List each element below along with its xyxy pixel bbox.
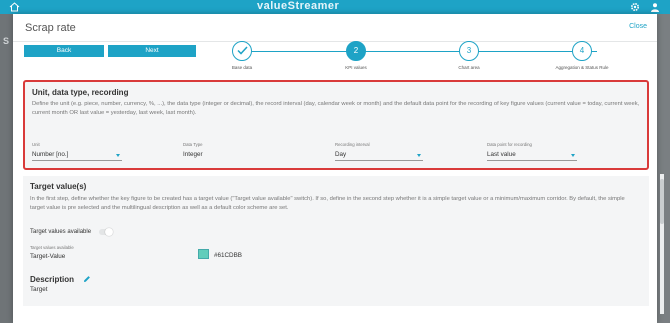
section-description: Define the unit (e.g. piece, number, cur… xyxy=(32,101,640,116)
step-4-circle[interactable]: 4 xyxy=(572,41,592,61)
user-icon[interactable] xyxy=(650,2,660,12)
next-button[interactable]: Next xyxy=(108,45,196,57)
recording-interval-label: Recording interval xyxy=(335,142,370,147)
step-3-label: Chart area xyxy=(458,65,480,70)
color-hex-label: #61CDBB xyxy=(214,252,243,259)
chevron-down-icon xyxy=(571,154,575,157)
step-1-label: Base data xyxy=(231,65,253,70)
top-bar: valueStreamer xyxy=(0,0,670,14)
background-sidebar xyxy=(0,14,13,323)
chevron-down-icon xyxy=(116,154,120,157)
target-values-small-label: Target values available xyxy=(30,245,74,250)
data-point-select[interactable]: Data point for recording Last value xyxy=(487,142,577,161)
scrollbar-thumb[interactable] xyxy=(660,179,664,224)
pencil-icon[interactable] xyxy=(83,275,91,283)
data-type-label: Data Type xyxy=(183,142,203,147)
recording-interval-select[interactable]: Recording interval Day xyxy=(335,142,423,161)
chevron-down-icon xyxy=(417,154,421,157)
toggle-knob xyxy=(105,228,113,236)
stepper-line xyxy=(251,51,597,52)
modal-title: Scrap rate xyxy=(25,22,76,34)
header-divider xyxy=(13,41,657,42)
data-point-value: Last value xyxy=(487,151,516,158)
step-4-label: Aggregation & Status Rule xyxy=(555,65,609,70)
gear-icon[interactable] xyxy=(630,2,640,12)
description-value: Target xyxy=(30,286,48,293)
step-3-circle[interactable]: 3 xyxy=(459,41,479,61)
data-point-label: Data point for recording xyxy=(487,142,532,147)
check-icon xyxy=(236,46,248,55)
back-button[interactable]: Back xyxy=(24,45,104,57)
background-sidebar-letter: S xyxy=(3,36,10,46)
description-title: Description xyxy=(30,275,75,284)
home-icon[interactable] xyxy=(9,2,20,12)
unit-select[interactable]: Unit Number [no.] xyxy=(32,142,122,161)
unit-datatype-recording-section: Unit, data type, recording Define the un… xyxy=(23,80,649,170)
target-section-description: In the first step, define whether the ke… xyxy=(30,196,625,211)
data-type-value: Integer xyxy=(183,151,203,158)
step-2-circle[interactable]: 2 xyxy=(346,41,366,61)
unit-label: Unit xyxy=(32,142,40,147)
close-button[interactable]: Close xyxy=(629,23,647,30)
step-1-circle[interactable] xyxy=(232,41,252,61)
target-values-toggle[interactable] xyxy=(99,228,113,236)
target-section-title: Target value(s) xyxy=(30,182,87,191)
target-toggle-label: Target values available xyxy=(30,229,92,235)
step-2-label: KPI values xyxy=(345,65,367,70)
app-brand-logo: valueStreamer xyxy=(257,0,340,12)
unit-value: Number [no.] xyxy=(32,151,69,158)
target-value-type: Target-Value xyxy=(30,253,66,260)
data-type-field: Data Type Integer xyxy=(183,142,273,160)
scrap-rate-modal: Scrap rate Close Back Next Base data 2 K… xyxy=(13,14,664,323)
target-values-section: Target value(s) In the first step, defin… xyxy=(23,176,649,306)
recording-interval-value: Day xyxy=(335,151,347,158)
section-title: Unit, data type, recording xyxy=(32,88,129,97)
color-swatch[interactable] xyxy=(198,249,209,259)
